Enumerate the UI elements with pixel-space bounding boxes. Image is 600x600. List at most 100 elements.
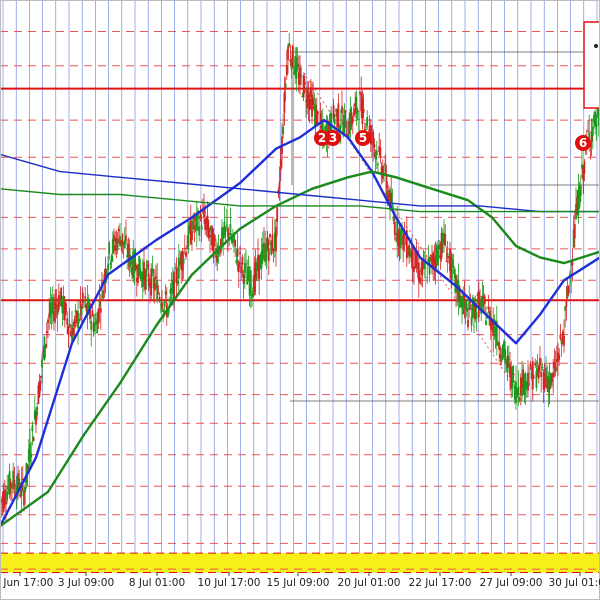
candle-body (573, 224, 576, 239)
candle-body (261, 244, 264, 260)
candle-body (36, 406, 39, 416)
candle-body (67, 326, 70, 335)
candle-body (379, 147, 382, 158)
candle-body (45, 331, 48, 333)
candle-body (109, 263, 112, 265)
candle-body (41, 359, 43, 368)
candle-body (559, 334, 562, 339)
candle-body (552, 372, 555, 377)
candle-body (97, 308, 100, 324)
candle-body (176, 280, 179, 284)
candle-body (363, 129, 366, 131)
candle-body (99, 308, 102, 313)
candle-body (155, 276, 157, 279)
candle-body (78, 318, 81, 322)
candle-body (554, 367, 557, 373)
candle-body (161, 302, 163, 309)
candle-body (373, 144, 376, 148)
candle-body (151, 268, 154, 274)
candle-body (47, 319, 49, 323)
candle-body (467, 319, 469, 328)
candle-body (357, 118, 360, 120)
candle-body (308, 98, 311, 110)
candle-body (80, 306, 83, 316)
candle-body (539, 357, 541, 366)
candle-body (303, 81, 306, 85)
candle-body (438, 244, 441, 250)
candle-body (423, 262, 426, 270)
candle-body (332, 105, 335, 119)
candle-body (223, 221, 226, 237)
candle-body (565, 300, 568, 307)
candle-body (209, 234, 211, 238)
candle-body (54, 302, 57, 310)
candle-body (23, 490, 25, 506)
candle-body (411, 245, 414, 270)
x-tick-label: 3 Jul 09:00 (58, 577, 114, 589)
candle-body (485, 320, 487, 325)
candle-body (65, 303, 67, 313)
candle-body (113, 234, 115, 242)
candle-body (282, 126, 285, 134)
candle-body (533, 377, 535, 379)
x-tick-label: 8 Jul 01:00 (129, 577, 185, 589)
candle-body (498, 342, 501, 350)
candle-body (381, 165, 384, 179)
candle-body (511, 366, 514, 389)
candle-body (249, 270, 252, 293)
candle-body (295, 57, 298, 79)
candle-body (39, 375, 42, 378)
candle-body (243, 263, 246, 273)
candle-body (32, 437, 35, 442)
candle-body (518, 398, 521, 400)
candle-body (134, 262, 137, 270)
x-tick-label: 20 Jul 01:00 (338, 577, 401, 589)
candle-body (278, 181, 281, 189)
candle-body (312, 97, 315, 106)
candle-body (392, 216, 395, 221)
candle-body (224, 227, 227, 229)
candle-body (353, 108, 355, 117)
candle-body (528, 383, 531, 385)
candle-body (158, 296, 161, 300)
candle-body (84, 296, 87, 299)
candle-body (479, 295, 481, 297)
candle-body (558, 354, 561, 360)
candle-body (168, 299, 171, 301)
candle-body (287, 46, 289, 60)
candle-body (267, 249, 270, 262)
x-tick-label: 30 Jun 17:00 (0, 577, 53, 589)
candle-body (83, 301, 85, 303)
candle-body (68, 323, 71, 327)
candle-body (213, 235, 216, 241)
candle-body (339, 125, 342, 128)
candle-body (60, 287, 63, 301)
candle-body (117, 228, 120, 232)
candle-body (384, 163, 387, 165)
candle-body (185, 251, 187, 257)
candle-body (377, 164, 379, 166)
candle-body (24, 486, 27, 493)
candle-body (162, 309, 165, 313)
candle-body (147, 274, 150, 285)
candle-body (591, 126, 594, 136)
candle-body (51, 297, 54, 310)
candle-body (43, 336, 46, 360)
candle-body (284, 83, 287, 88)
candle-body (483, 296, 486, 305)
candle-body (266, 237, 269, 250)
marker-label: 6 (579, 136, 587, 150)
candle-body (385, 175, 388, 189)
candle-body (587, 130, 589, 132)
candle-body (66, 318, 69, 326)
candle-body (465, 304, 468, 312)
candle-body (245, 263, 247, 265)
candle-body (579, 185, 582, 197)
candle-body (372, 131, 375, 145)
candle-body (337, 103, 340, 127)
candle-body (229, 224, 232, 236)
candle-body (537, 364, 540, 379)
candle-body (53, 310, 55, 322)
candle-body (240, 266, 243, 274)
candle-body (227, 228, 229, 237)
